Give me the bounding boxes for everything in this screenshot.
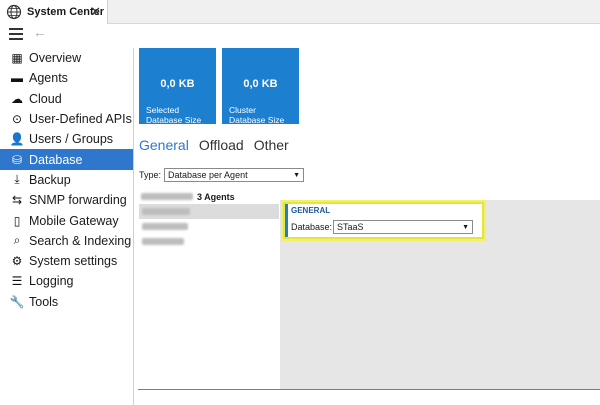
sidebar-item-label: Backup: [29, 172, 71, 187]
tile-label: Cluster Database Size: [229, 105, 285, 125]
close-icon[interactable]: ✕: [90, 4, 101, 20]
sidebar-item-users-groups[interactable]: 👤 Users / Groups: [0, 129, 133, 149]
agent-row[interactable]: [139, 204, 279, 219]
sidebar-item-label: Logging: [29, 274, 74, 289]
sidebar-item-system-settings[interactable]: ⚙ System settings: [0, 251, 133, 271]
sidebar-item-label: Overview: [29, 51, 82, 66]
backup-icon: ⤓: [14, 172, 20, 187]
sidebar-item-overview[interactable]: ▦ Overview: [0, 48, 133, 68]
toolbar: ←: [0, 24, 600, 44]
type-label: Type:: [139, 170, 162, 180]
tile-value: 0,0 KB: [160, 78, 195, 90]
sidebar-item-label: User-Defined APIs: [29, 112, 132, 127]
dropdown-arrow-icon: ▼: [462, 223, 469, 231]
sidebar-item-label: SNMP forwarding: [29, 193, 127, 208]
globe-icon: [6, 4, 22, 20]
sidebar-item-logging[interactable]: ☰ Logging: [0, 271, 133, 291]
agent-group-header[interactable]: 3 Agents: [139, 189, 279, 204]
back-arrow-icon[interactable]: ←: [33, 24, 47, 40]
mobile-icon: ▯: [13, 213, 21, 228]
database-icon: ⛁: [11, 152, 23, 167]
database-label: Database:: [291, 222, 333, 232]
agents-icon: ▬: [11, 71, 23, 86]
search-index-icon: ⌕: [13, 233, 21, 248]
divider: [138, 389, 600, 390]
agent-list: 3 Agents: [139, 189, 279, 249]
sidebar-item-label: System settings: [29, 254, 118, 269]
redacted-text: [142, 223, 188, 230]
wrench-icon: 🔧: [9, 294, 25, 309]
general-settings-group: GENERAL Database: STaaS ▼: [283, 202, 484, 239]
sidebar-item-label: Users / Groups: [29, 132, 114, 147]
database-dropdown[interactable]: STaaS ▼: [333, 220, 473, 234]
sidebar-item-cloud[interactable]: ☁ Cloud: [0, 89, 133, 109]
sidebar-item-tools[interactable]: 🔧 Tools: [0, 292, 133, 312]
sidebar-item-mobile-gateway[interactable]: ▯ Mobile Gateway: [0, 210, 133, 230]
tab-strip: System Center ✕: [0, 0, 600, 24]
api-icon: ⊙: [11, 112, 23, 127]
redacted-text: [142, 208, 190, 215]
agent-row[interactable]: [139, 234, 279, 249]
group-title: GENERAL: [291, 206, 331, 215]
sidebar-item-backup[interactable]: ⤓ Backup: [0, 170, 133, 190]
sidebar-item-user-defined-apis[interactable]: ⊙ User-Defined APIs: [0, 109, 133, 129]
selected-db-size-tile: 0,0 KB Selected Database Size: [139, 48, 216, 125]
sidebar: ▦ Overview ▬ Agents ☁ Cloud ⊙ User-Defined APIs…: [0, 48, 134, 405]
sidebar-item-label: Cloud: [29, 91, 62, 106]
tile-label: Selected Database Size: [146, 105, 202, 125]
tab-system-center[interactable]: System Center ✕: [0, 0, 108, 24]
sidebar-item-label: Tools: [29, 294, 59, 309]
user-icon: 👤: [9, 132, 25, 147]
type-row: Type: Database per Agent ▼: [139, 168, 305, 182]
sidebar-item-agents[interactable]: ▬ Agents: [0, 68, 133, 88]
sidebar-item-database[interactable]: ⛁ Database: [0, 149, 133, 170]
redacted-text: [142, 238, 184, 245]
dashboard-icon: ▦: [11, 51, 23, 66]
tile-value: 0,0 KB: [243, 78, 278, 90]
gear-icon: ⚙: [11, 254, 23, 269]
cluster-db-size-tile: 0,0 KB Cluster Database Size: [222, 48, 299, 125]
sidebar-item-label: Mobile Gateway: [29, 213, 119, 228]
detail-panel: GENERAL Database: STaaS ▼: [280, 200, 600, 390]
tab-general[interactable]: General: [139, 137, 189, 153]
cloud-icon: ☁: [11, 91, 23, 106]
sidebar-item-snmp-forwarding[interactable]: ⇆ SNMP forwarding: [0, 190, 133, 210]
list-icon: ☰: [11, 274, 23, 289]
tab-other[interactable]: Other: [254, 137, 289, 153]
tab-bar: General Offload Other: [139, 137, 289, 153]
hamburger-menu-icon[interactable]: [9, 28, 23, 40]
sidebar-item-label: Agents: [29, 71, 68, 86]
redacted-text: [141, 193, 193, 200]
group-accent-bar: [285, 204, 288, 237]
agent-row[interactable]: [139, 219, 279, 234]
sidebar-item-label: Database: [29, 152, 83, 167]
dropdown-arrow-icon: ▼: [293, 171, 301, 179]
main-content: 0,0 KB Selected Database Size 0,0 KB Clus…: [135, 44, 600, 405]
tab-offload[interactable]: Offload: [199, 137, 244, 153]
sidebar-item-search-indexing[interactable]: ⌕ Search & Indexing: [0, 231, 133, 251]
type-dropdown[interactable]: Database per Agent ▼: [164, 168, 305, 182]
snmp-icon: ⇆: [11, 193, 23, 208]
sidebar-item-label: Search & Indexing: [29, 233, 132, 248]
